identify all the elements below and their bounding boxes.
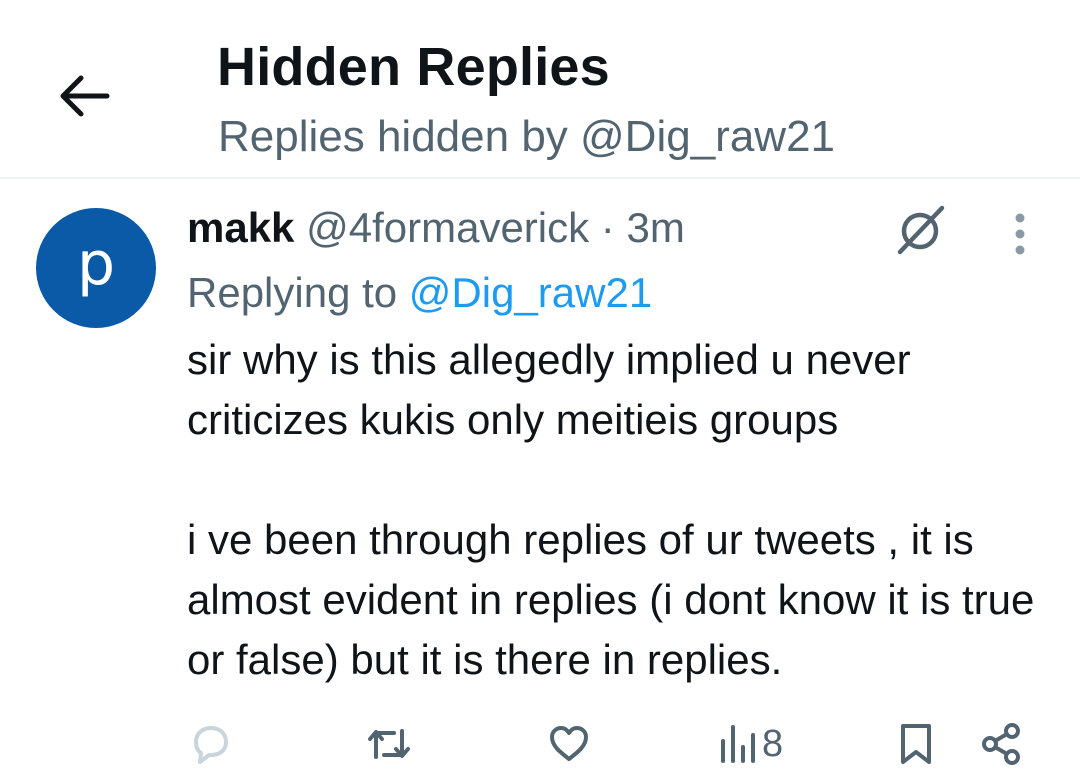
unhide-reply-button[interactable] (890, 202, 950, 258)
reply-button[interactable] (188, 716, 234, 772)
share-button[interactable] (978, 716, 1024, 772)
more-vertical-icon (1015, 213, 1025, 255)
avatar[interactable]: p (36, 208, 156, 328)
retweet-icon (368, 729, 410, 759)
author-handle[interactable]: @4formaverick (306, 204, 589, 251)
hidden-reply-icon (897, 205, 945, 255)
bookmark-button[interactable] (896, 716, 936, 772)
avatar-letter: p (76, 229, 116, 299)
header-divider (0, 177, 1080, 179)
views-count: 8 (762, 722, 784, 765)
reply-icon (194, 726, 228, 764)
back-button[interactable] (50, 64, 118, 128)
hidden-replies-screen: Hidden Replies Replies hidden by @Dig_ra… (0, 0, 1080, 784)
replying-to: Replying to @Dig_raw21 (187, 266, 652, 320)
more-options-button[interactable] (1000, 206, 1040, 262)
heart-icon (550, 726, 588, 761)
share-icon (982, 723, 1020, 765)
bookmark-icon (901, 724, 931, 764)
separator-dot: · (600, 204, 615, 251)
page-subtitle: Replies hidden by @Dig_raw21 (218, 112, 836, 161)
tweet-time[interactable]: 3m (626, 204, 684, 251)
replying-to-label: Replying to (187, 269, 398, 316)
author-name[interactable]: makk (187, 204, 294, 251)
arrow-left-icon (60, 75, 110, 117)
tweet-header: makk @4formaverick · 3m (187, 203, 685, 253)
views-button[interactable]: 8 (718, 716, 783, 772)
views-icon (721, 725, 755, 763)
replying-to-mention[interactable]: @Dig_raw21 (409, 269, 652, 316)
page-title: Hidden Replies (217, 37, 610, 97)
tweet-text: sir why is this allegedly implied u neve… (187, 336, 1035, 683)
header: Hidden Replies Replies hidden by @Dig_ra… (0, 0, 1080, 178)
retweet-button[interactable] (364, 716, 414, 772)
like-button[interactable] (546, 716, 592, 772)
